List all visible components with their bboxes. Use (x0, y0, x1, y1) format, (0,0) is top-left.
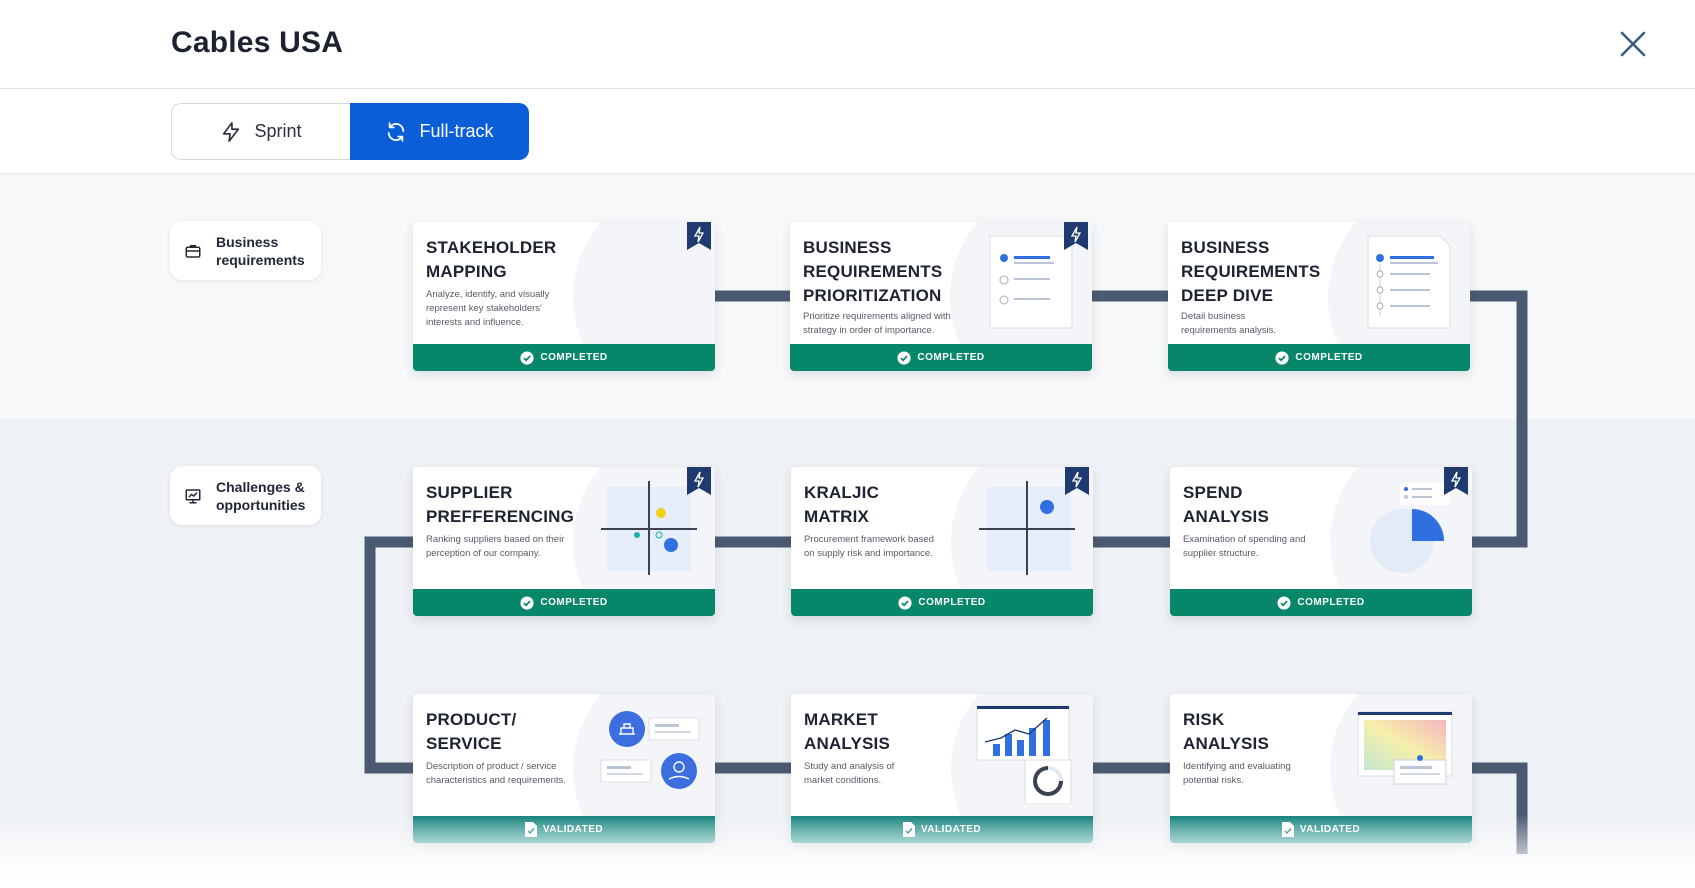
card-supplier-prefferencing[interactable]: SUPPLIER PREFFERENCING Ranking suppliers… (413, 467, 715, 616)
lightning-icon (223, 121, 240, 142)
card-kraljic-matrix[interactable]: KRALJIC MATRIX Procurement framework bas… (791, 467, 1093, 616)
check-circle-icon (520, 595, 534, 610)
check-circle-icon (520, 350, 534, 365)
fulltrack-mode-label: Full-track (419, 121, 494, 141)
card-title: SUPPLIER PREFFERENCING (426, 483, 575, 526)
document-outline-illustration (1367, 235, 1451, 329)
status-bar-completed: COMPLETED (1170, 589, 1472, 616)
presentation-chart-icon (185, 488, 201, 503)
document-check-icon (902, 822, 915, 837)
card-title: PRODUCT/ SERVICE (426, 710, 517, 753)
check-circle-icon (898, 595, 912, 610)
mode-toggle: Sprint Full-track (171, 103, 529, 160)
status-text: COMPLETED (1295, 352, 1363, 363)
close-button[interactable] (1617, 28, 1649, 60)
card-description: Procurement framework based on supply ri… (804, 534, 934, 559)
row-label-text: Business requirements (216, 233, 305, 268)
sprint-bookmark-icon (687, 222, 711, 250)
track-board: Business requirements Challenges & oppor… (0, 174, 1695, 888)
briefcase-icon (185, 244, 201, 258)
card-title: STAKEHOLDER MAPPING (426, 238, 557, 281)
status-text: VALIDATED (1299, 824, 1361, 835)
check-circle-icon (897, 350, 911, 365)
mode-bar: Sprint Full-track (0, 89, 1695, 174)
card-description: Identifying and evaluating potential ris… (1183, 761, 1291, 786)
close-icon (1620, 31, 1646, 57)
status-bar-completed: COMPLETED (1168, 344, 1470, 371)
card-spend-analysis[interactable]: SPEND ANALYSIS Examination of spending a… (1170, 467, 1472, 616)
risk-heatmap-illustration (1357, 711, 1453, 785)
card-title: RISK ANALYSIS (1183, 710, 1269, 753)
row-label-text: Challenges & opportunities (216, 478, 306, 513)
sprint-bookmark-icon (687, 467, 711, 495)
status-bar-completed: COMPLETED (413, 589, 715, 616)
card-business-requirements-deep-dive[interactable]: BUSINESS REQUIREMENTS DEEP DIVE Detail b… (1168, 222, 1470, 371)
card-description: Description of product / service charact… (426, 761, 566, 786)
card-product-service[interactable]: PRODUCT/ SERVICE Description of product … (413, 694, 715, 843)
sprint-bookmark-icon (1064, 222, 1088, 250)
card-title: KRALJIC MATRIX (804, 483, 880, 526)
card-title: MARKET ANALYSIS (804, 710, 890, 753)
card-stakeholder-mapping[interactable]: STAKEHOLDER MAPPING Analyze, identify, a… (413, 222, 715, 371)
refresh-icon (388, 121, 405, 142)
row-label-business-requirements: Business requirements (170, 221, 321, 280)
card-title: BUSINESS REQUIREMENTS DEEP DIVE (1181, 238, 1321, 305)
sprint-mode-button[interactable]: Sprint (171, 103, 350, 160)
sprint-bookmark-icon (1065, 467, 1089, 495)
fulltrack-mode-button[interactable]: Full-track (350, 103, 529, 160)
card-description: Analyze, identify, and visually represen… (426, 289, 550, 328)
bar-chart-illustration (976, 705, 1072, 804)
card-risk-analysis[interactable]: RISK ANALYSIS Identifying and evaluating… (1170, 694, 1472, 843)
card-market-analysis[interactable]: MARKET ANALYSIS Study and analysis of ma… (791, 694, 1093, 843)
page-title: Cables USA (171, 26, 344, 59)
sprint-bookmark-icon (1444, 467, 1468, 495)
status-bar-completed: COMPLETED (791, 589, 1093, 616)
status-text: COMPLETED (1297, 597, 1365, 608)
status-bar-completed: COMPLETED (413, 344, 715, 371)
card-description: Detail business requirements analysis. (1181, 311, 1277, 336)
product-service-illustration (600, 711, 700, 789)
status-bar-validated: VALIDATED (791, 816, 1093, 843)
check-circle-icon (1275, 350, 1289, 365)
card-description: Examination of spending and supplier str… (1183, 534, 1306, 559)
card-description: Ranking suppliers based on their percept… (426, 534, 565, 559)
status-bar-validated: VALIDATED (413, 816, 715, 843)
status-text: VALIDATED (542, 824, 604, 835)
sprint-mode-label: Sprint (254, 121, 302, 141)
status-text: COMPLETED (918, 597, 986, 608)
document-check-icon (524, 822, 537, 837)
status-text: COMPLETED (540, 352, 608, 363)
row-label-challenges-opportunities: Challenges & opportunities (170, 466, 321, 525)
modal-header: Cables USA (0, 0, 1695, 89)
card-business-requirements-prioritization[interactable]: BUSINESS REQUIREMENTS PRIORITIZATION Pri… (790, 222, 1092, 371)
card-title: BUSINESS REQUIREMENTS PRIORITIZATION (803, 238, 943, 305)
card-description: Prioritize requirements aligned with str… (803, 311, 951, 336)
status-bar-completed: COMPLETED (790, 344, 1092, 371)
document-check-icon (1281, 822, 1294, 837)
card-title: SPEND ANALYSIS (1183, 483, 1269, 526)
status-text: COMPLETED (540, 597, 608, 608)
status-text: VALIDATED (920, 824, 982, 835)
check-circle-icon (1277, 595, 1291, 610)
card-description: Study and analysis of market conditions. (804, 761, 895, 786)
status-bar-validated: VALIDATED (1170, 816, 1472, 843)
status-text: COMPLETED (917, 352, 985, 363)
